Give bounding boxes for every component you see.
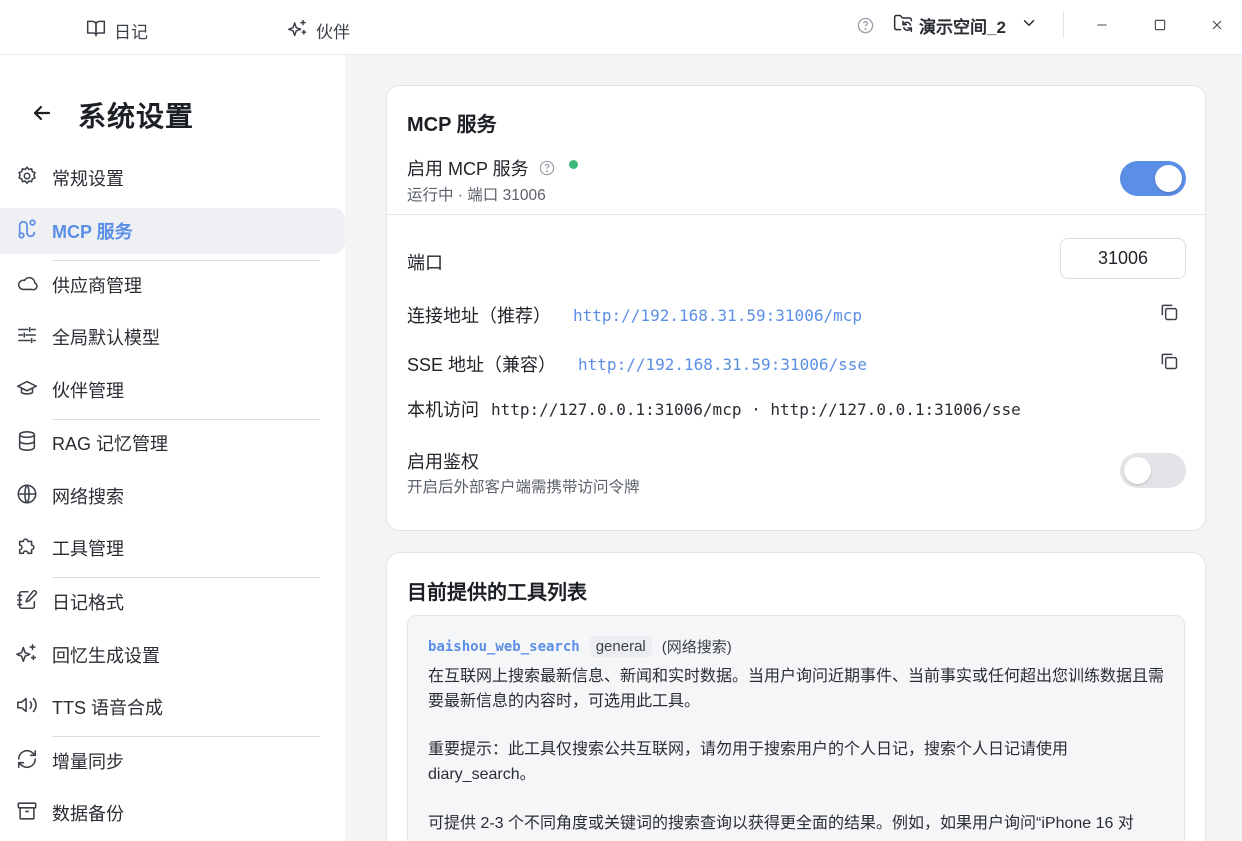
enable-mcp-toggle[interactable] xyxy=(1120,161,1186,196)
port-label: 端口 xyxy=(407,253,443,273)
tool-item: baishou_web_search general (网络搜索) 在互联网上搜… xyxy=(407,615,1185,841)
conn-url-row: 连接地址（推荐） http://192.168.31.59:31006/mcp xyxy=(407,302,862,328)
notebook-pen-icon xyxy=(16,589,38,616)
sse-url-link[interactable]: http://192.168.31.59:31006/sse xyxy=(578,355,867,374)
tool-description-3: 可提供 2-3 个不同角度或关键词的搜索查询以获得更全面的结果。例如，如果用户询… xyxy=(428,815,1134,832)
sliders-icon xyxy=(16,324,38,351)
status-dot xyxy=(568,159,578,169)
sidebar-item-label: 常规设置 xyxy=(52,169,124,189)
auth-toggle[interactable] xyxy=(1120,453,1186,488)
workspace-select[interactable]: 演示空间_2 xyxy=(893,13,1038,38)
section-divider xyxy=(387,214,1205,215)
toggle-knob xyxy=(1155,165,1182,192)
book-icon xyxy=(86,18,106,43)
sidebar-item-label: 增量同步 xyxy=(52,752,124,772)
sse-url-label: SSE 地址（兼容） xyxy=(407,355,557,375)
sidebar-divider xyxy=(52,260,320,261)
sidebar-divider xyxy=(52,736,320,737)
maximize-button[interactable] xyxy=(1149,14,1171,36)
conn-url-label: 连接地址（推荐） xyxy=(407,306,551,326)
cloud-icon xyxy=(16,272,38,299)
sidebar-item-label: 伙伴管理 xyxy=(52,381,124,401)
chevron-down-icon xyxy=(1020,14,1038,37)
tool-description-2: 重要提示：此工具仅搜索公共互联网，请勿用于搜索用户的个人日记，搜索个人日记请使用… xyxy=(428,741,1069,783)
title-bar: 日记 伙伴 演示空间_2 xyxy=(0,0,1242,55)
sidebar-item-tools[interactable]: 工具管理 xyxy=(0,525,345,571)
toggle-knob xyxy=(1124,457,1151,484)
sidebar-item-label: 全局默认模型 xyxy=(52,328,160,348)
local-access-label: 本机访问 xyxy=(407,400,479,420)
sidebar-item-rag[interactable]: RAG 记忆管理 xyxy=(0,420,345,466)
puzzle-icon xyxy=(16,535,38,562)
mcp-service-card: MCP 服务 启用 MCP 服务 运行中 · 端口 31006 端口 31006… xyxy=(386,85,1206,531)
sidebar-item-recall[interactable]: 回忆生成设置 xyxy=(0,632,345,678)
sidebar-item-label: 工具管理 xyxy=(52,539,124,559)
tool-tag: general xyxy=(589,636,652,657)
sidebar-item-label: 日记格式 xyxy=(52,593,124,613)
port-input[interactable]: 31006 xyxy=(1060,238,1186,279)
card-title: 目前提供的工具列表 xyxy=(407,582,587,604)
tool-name: baishou_web_search xyxy=(428,638,580,655)
help-icon[interactable] xyxy=(854,14,876,36)
sidebar-item-label: TTS 语音合成 xyxy=(52,698,163,718)
nav-partner-label: 伙伴 xyxy=(316,23,350,42)
workspace-name: 演示空间_2 xyxy=(919,18,1006,37)
back-arrow-icon[interactable] xyxy=(30,101,54,130)
sidebar-item-general[interactable]: 常规设置 xyxy=(0,155,345,201)
archive-icon xyxy=(16,800,38,827)
sparkles-icon xyxy=(16,642,38,669)
enable-mcp-row: 启用 MCP 服务 xyxy=(407,155,578,181)
sidebar-item-label: 数据备份 xyxy=(52,804,124,824)
tool-category: (网络搜索) xyxy=(661,639,732,656)
nav-diary-label: 日记 xyxy=(114,23,148,42)
auth-description: 开启后外部客户端需携带访问令牌 xyxy=(407,479,640,496)
gear-icon xyxy=(16,165,38,192)
sidebar-item-mcp[interactable]: MCP 服务 xyxy=(0,208,345,254)
globe-icon xyxy=(16,483,38,510)
sidebar-item-partner-mgmt[interactable]: 伙伴管理 xyxy=(0,367,345,413)
sparkles-icon xyxy=(288,18,308,43)
sidebar-item-providers[interactable]: 供应商管理 xyxy=(0,262,345,308)
sidebar-item-web-search[interactable]: 网络搜索 xyxy=(0,473,345,519)
tool-header: baishou_web_search general (网络搜索) xyxy=(428,636,732,657)
toolbar-divider xyxy=(1063,12,1064,38)
close-button[interactable] xyxy=(1206,14,1228,36)
enable-mcp-label: 启用 MCP 服务 xyxy=(407,159,529,179)
sidebar-item-label: 回忆生成设置 xyxy=(52,646,160,666)
conn-url-link[interactable]: http://192.168.31.59:31006/mcp xyxy=(573,306,862,325)
copy-icon[interactable] xyxy=(1159,351,1181,373)
mcp-status-text: 运行中 · 端口 31006 xyxy=(407,187,546,204)
nav-diary[interactable]: 日记 xyxy=(86,18,148,43)
card-title: MCP 服务 xyxy=(407,114,497,136)
sidebar-item-sync[interactable]: 增量同步 xyxy=(0,738,345,784)
sse-url-row: SSE 地址（兼容） http://192.168.31.59:31006/ss… xyxy=(407,351,867,377)
speaker-icon xyxy=(16,694,38,721)
refresh-icon xyxy=(16,748,38,775)
page-title: 系统设置 xyxy=(78,101,195,132)
sidebar-item-default-model[interactable]: 全局默认模型 xyxy=(0,314,345,360)
sidebar-divider xyxy=(52,577,320,578)
minimize-button[interactable] xyxy=(1091,14,1113,36)
sidebar-item-label: MCP 服务 xyxy=(52,222,133,242)
local-access-row: 本机访问 http://127.0.0.1:31006/mcp · http:/… xyxy=(407,396,1021,422)
help-icon[interactable] xyxy=(539,160,555,176)
sidebar-item-label: 供应商管理 xyxy=(52,276,142,296)
tools-card: 目前提供的工具列表 baishou_web_search general (网络… xyxy=(386,552,1206,841)
tool-description-1: 在互联网上搜索最新信息、新闻和实时数据。当用户询问近期事件、当前事实或任何超出您… xyxy=(428,668,1165,710)
local-access-urls: http://127.0.0.1:31006/mcp · http://127.… xyxy=(491,399,1021,419)
sidebar-item-diary-format[interactable]: 日记格式 xyxy=(0,579,345,625)
graduation-cap-icon xyxy=(16,377,38,404)
route-icon xyxy=(16,218,38,245)
settings-sidebar: 系统设置 常规设置 MCP 服务 供应商管理 全局默认模型 伙伴管理 RAG 记… xyxy=(0,55,345,841)
copy-icon[interactable] xyxy=(1159,302,1181,324)
auth-label: 启用鉴权 xyxy=(407,452,479,472)
sidebar-item-label: 网络搜索 xyxy=(52,487,124,507)
database-icon xyxy=(16,430,38,457)
sidebar-item-tts[interactable]: TTS 语音合成 xyxy=(0,684,345,730)
folder-sync-icon xyxy=(893,13,913,38)
nav-partner[interactable]: 伙伴 xyxy=(288,18,350,43)
sidebar-item-label: RAG 记忆管理 xyxy=(52,434,169,454)
sidebar-item-backup[interactable]: 数据备份 xyxy=(0,790,345,836)
